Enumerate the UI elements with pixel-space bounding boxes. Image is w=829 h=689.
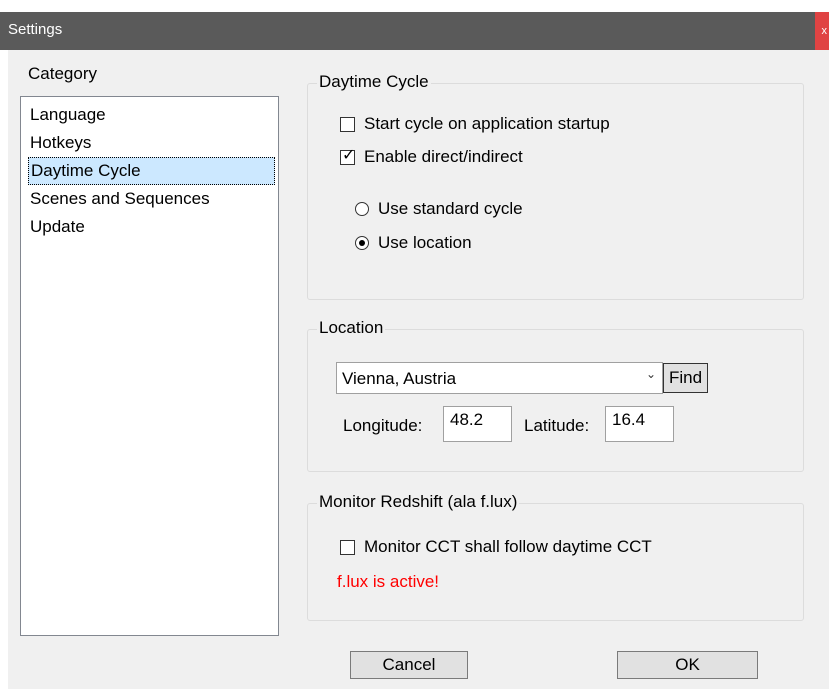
follow-cct-label: Monitor CCT shall follow daytime CCT <box>364 537 652 556</box>
window-title: Settings <box>8 21 63 38</box>
chevron-down-icon: ⌄ <box>645 367 656 381</box>
category-list[interactable]: Language Hotkeys Daytime Cycle Scenes an… <box>20 96 279 636</box>
start-cycle-checkbox[interactable] <box>340 117 355 132</box>
ok-button[interactable]: OK <box>617 651 758 679</box>
latitude-input[interactable]: 16.4 <box>605 406 674 442</box>
location-select-value: Vienna, Austria <box>342 369 457 388</box>
longitude-label: Longitude: <box>343 416 423 435</box>
use-location-label: Use location <box>378 233 472 252</box>
location-group-title: Location <box>317 318 386 338</box>
category-item-daytime-cycle[interactable]: Daytime Cycle <box>28 157 275 185</box>
find-button[interactable]: Find <box>663 363 708 393</box>
category-item-hotkeys[interactable]: Hotkeys <box>28 129 275 157</box>
use-location-radio[interactable] <box>355 236 369 250</box>
enable-direct-label: Enable direct/indirect <box>364 147 523 166</box>
title-bar-strip[interactable]: Settings x <box>0 12 829 50</box>
category-item-update[interactable]: Update <box>28 213 275 241</box>
category-item-language[interactable]: Language <box>28 101 275 129</box>
monitor-redshift-group-title: Monitor Redshift (ala f.lux) <box>317 492 520 512</box>
close-icon: x <box>821 25 828 37</box>
location-select[interactable]: Vienna, Austria ⌄ <box>336 362 663 394</box>
start-cycle-label: Start cycle on application startup <box>364 114 610 133</box>
flux-warning: f.lux is active! <box>337 572 440 591</box>
category-item-scenes-and-sequences[interactable]: Scenes and Sequences <box>28 185 275 213</box>
longitude-input[interactable]: 48.2 <box>443 406 512 442</box>
latitude-label: Latitude: <box>524 416 590 435</box>
cancel-button[interactable]: Cancel <box>350 651 468 679</box>
close-button[interactable]: x <box>815 12 829 50</box>
title-bar: Settings x <box>0 0 829 50</box>
follow-cct-checkbox[interactable] <box>340 540 355 555</box>
daytime-cycle-group-title: Daytime Cycle <box>317 72 431 92</box>
category-label: Category <box>28 64 97 83</box>
use-standard-cycle-radio[interactable] <box>355 202 369 216</box>
monitor-redshift-group <box>307 503 804 621</box>
location-group <box>307 329 804 472</box>
checkmark-icon: ✓ <box>342 147 356 164</box>
use-standard-cycle-label: Use standard cycle <box>378 199 523 218</box>
radio-dot-icon <box>359 240 365 246</box>
enable-direct-checkbox[interactable]: ✓ <box>340 147 355 165</box>
